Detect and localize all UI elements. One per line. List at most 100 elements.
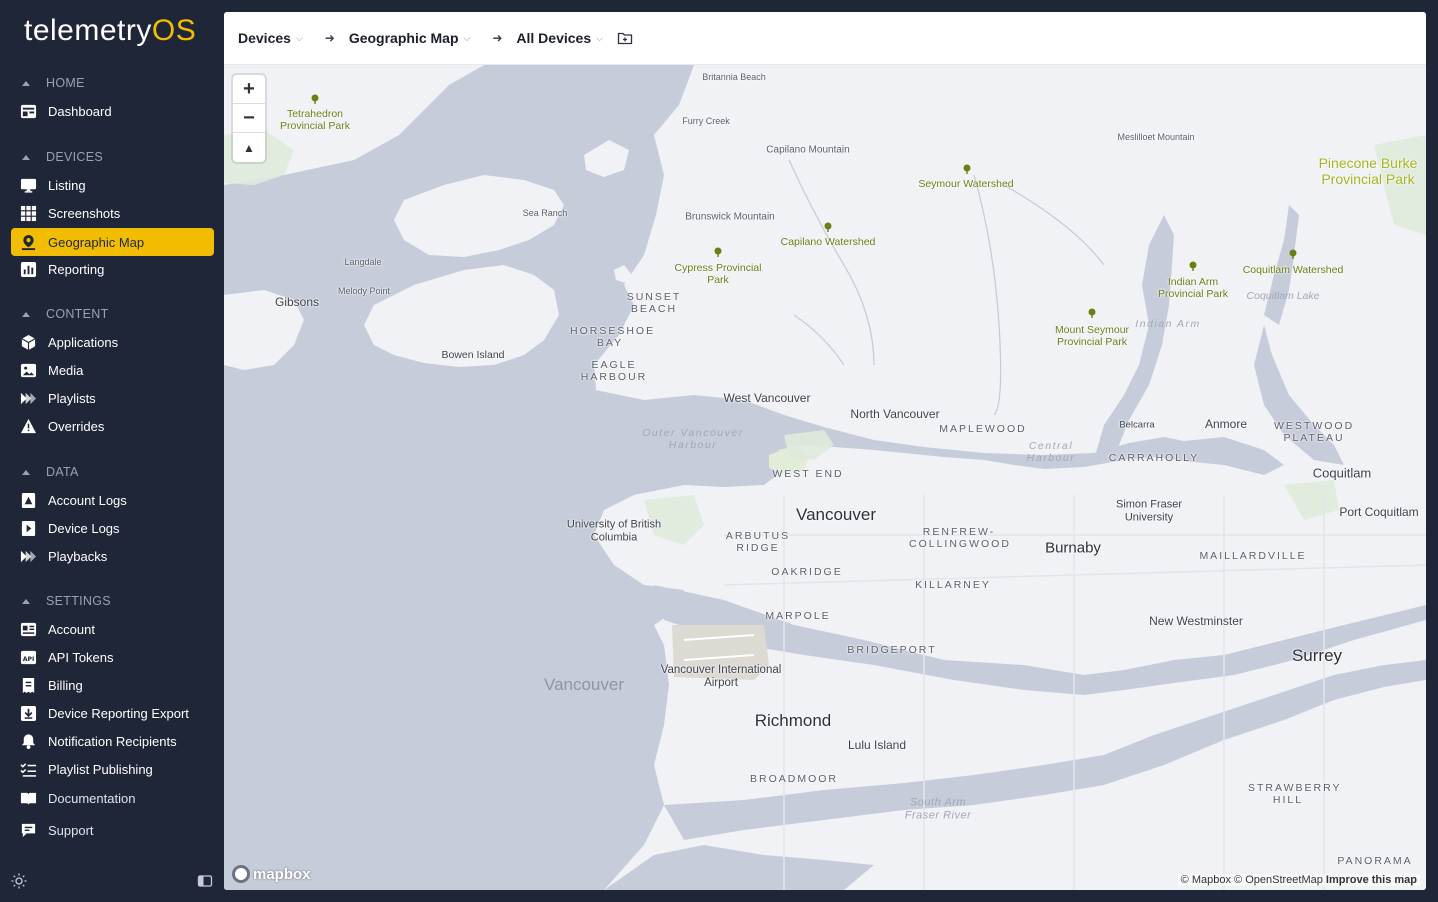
section-title: DATA (46, 465, 79, 479)
sidebar-item-playbacks[interactable]: Playbacks (11, 542, 214, 570)
sidebar-item-applications[interactable]: Applications (11, 328, 214, 356)
sidebar-item-api-tokens[interactable]: API API Tokens (11, 643, 214, 671)
section-header-data[interactable]: DATA (22, 462, 79, 482)
map-attribution: © Mapbox © OpenStreetMap Improve this ma… (1177, 874, 1420, 886)
sidebar-item-label: Geographic Map (48, 234, 145, 250)
breadcrumb-all-devices[interactable]: All Devices ⌵ (516, 30, 603, 46)
map-label-neighbourhood: BRIDGEPORT (847, 643, 937, 656)
park-marker-icon (1289, 249, 1297, 259)
breadcrumb: Devices ⌵ ➜ Geographic Map ⌵ ➜ All Devic… (224, 12, 1426, 65)
device-log-icon (19, 519, 37, 537)
map-label-place: Sea Ranch (522, 207, 568, 218)
sidebar-item-media[interactable]: Media (11, 356, 214, 384)
sidebar-item-documentation[interactable]: Documentation (11, 784, 214, 812)
sidebar-item-geographic-map[interactable]: Geographic Map (11, 228, 214, 256)
map-label-major-park: Pinecone Burke Provincial Park (1318, 154, 1418, 187)
map-label-city: Vancouver (795, 505, 877, 525)
sidebar-item-dashboard[interactable]: Dashboard (11, 97, 214, 125)
map-label-place: Langdale (344, 256, 382, 267)
sidebar-item-screenshots[interactable]: Screenshots (11, 199, 214, 227)
warning-icon (19, 417, 37, 435)
section-header-settings[interactable]: SETTINGS (22, 591, 111, 611)
theme-toggle-icon[interactable] (11, 873, 27, 889)
sidebar-item-playlist-publishing[interactable]: Playlist Publishing (11, 755, 214, 783)
breadcrumb-geographic-map[interactable]: Geographic Map ⌵ (349, 30, 471, 46)
grid-icon (19, 204, 37, 222)
bell-icon (19, 732, 37, 750)
playback-icon (19, 547, 37, 565)
sidebar-item-billing[interactable]: Billing (11, 671, 214, 699)
sidebar-item-listing[interactable]: Listing (11, 171, 214, 199)
sidebar-item-label: Screenshots (48, 205, 121, 221)
breadcrumb-devices[interactable]: Devices ⌵ (238, 30, 303, 46)
map-label-town: Coquitlam (1312, 465, 1372, 481)
section-header-content[interactable]: CONTENT (22, 304, 109, 324)
mapbox-logo[interactable]: mapbox (232, 865, 311, 883)
sidebar-item-playlists[interactable]: Playlists (11, 384, 214, 412)
map-label-park: Capilano Watershed (780, 235, 876, 248)
map-label-town: Port Coquitlam (1339, 505, 1419, 520)
improve-map-link[interactable]: Improve this map (1326, 874, 1417, 886)
zoom-controls: + − ▲ (233, 75, 265, 162)
geographic-map[interactable]: Vancouver Burnaby Richmond Surrey West V… (224, 65, 1426, 890)
map-label-park: Indian Arm Provincial Park (1157, 275, 1229, 300)
app-logo[interactable]: telemetryOS (24, 14, 196, 48)
sidebar-item-label: Media (48, 362, 84, 378)
map-label-neighbourhood: MAILLARDVILLE (1199, 549, 1307, 562)
chat-icon (19, 821, 37, 839)
folder-add-icon[interactable] (617, 30, 633, 46)
sidebar-item-reporting[interactable]: Reporting (11, 255, 214, 283)
map-label-neighbourhood: ARBUTUS RIDGE (725, 529, 791, 554)
collapse-sidebar-icon[interactable] (197, 873, 213, 889)
map-label-neighbourhood: KILLARNEY (915, 578, 991, 591)
attribution-osm-link[interactable]: © OpenStreetMap (1234, 874, 1323, 886)
sidebar-item-device-logs[interactable]: Device Logs (11, 514, 214, 542)
map-label-town: North Vancouver (850, 407, 940, 422)
compass-button[interactable]: ▲ (233, 133, 265, 162)
map-label-city: Richmond (754, 711, 832, 731)
sidebar-item-account-logs[interactable]: Account Logs (11, 486, 214, 514)
arrow-right-icon: ➜ (324, 31, 335, 45)
sidebar-item-device-reporting-export[interactable]: Device Reporting Export (11, 699, 214, 727)
map-label-neighbourhood: MARPOLE (765, 609, 831, 622)
map-label-neighbourhood: EAGLE HARBOUR (580, 358, 648, 383)
mapbox-logo-text: mapbox (253, 865, 311, 883)
sidebar-item-notification-recipients[interactable]: Notification Recipients (11, 727, 214, 755)
section-title: SETTINGS (46, 594, 111, 608)
api-icon: API (19, 648, 37, 666)
map-label-water: South Arm Fraser River (904, 796, 972, 821)
sidebar-item-overrides[interactable]: Overrides (11, 412, 214, 440)
breadcrumb-label: Devices (238, 30, 291, 46)
sidebar-item-label: Support (48, 822, 94, 838)
map-label-water: Central Harbour (1026, 439, 1076, 464)
id-card-icon (19, 620, 37, 638)
map-label-neighbourhood: SUNSET BEACH (626, 290, 682, 315)
map-label-neighbourhood: MAPLEWOOD (939, 422, 1027, 435)
zoom-out-button[interactable]: − (233, 104, 265, 133)
attribution-mapbox-link[interactable]: © Mapbox (1181, 874, 1231, 886)
image-icon (19, 361, 37, 379)
sidebar-item-label: Playlist Publishing (48, 761, 153, 777)
section-header-devices[interactable]: DEVICES (22, 147, 103, 167)
map-label-town: West Vancouver (723, 391, 811, 406)
map-label-neighbourhood: PANORAMA (1337, 854, 1413, 867)
sidebar-item-support[interactable]: Support (11, 816, 214, 844)
sidebar-item-label: Billing (48, 677, 83, 693)
map-label-place: Furry Creek (682, 115, 730, 126)
section-header-home[interactable]: HOME (22, 73, 85, 93)
breadcrumb-label: Geographic Map (348, 30, 459, 46)
map-label-neighbourhood: RENFREW-COLLINGWOOD (909, 525, 1011, 550)
arrow-right-icon: ➜ (492, 31, 503, 45)
zoom-in-button[interactable]: + (233, 75, 265, 104)
sidebar-item-label: Playbacks (48, 548, 108, 564)
receipt-icon (19, 676, 37, 694)
map-label-town: Lulu Island (847, 738, 907, 753)
collapse-caret-icon (22, 80, 30, 86)
map-label-water: Coquitlam Lake (1246, 289, 1320, 302)
chevron-down-icon: ⌵ (295, 32, 303, 43)
sidebar-item-label: Device Logs (48, 520, 120, 536)
map-label-park: Cypress Provincial Park (674, 261, 762, 286)
list-check-icon (19, 760, 37, 778)
sidebar-item-account[interactable]: Account (11, 615, 214, 643)
map-label-neighbourhood: HORSESHOE BAY (570, 324, 656, 349)
